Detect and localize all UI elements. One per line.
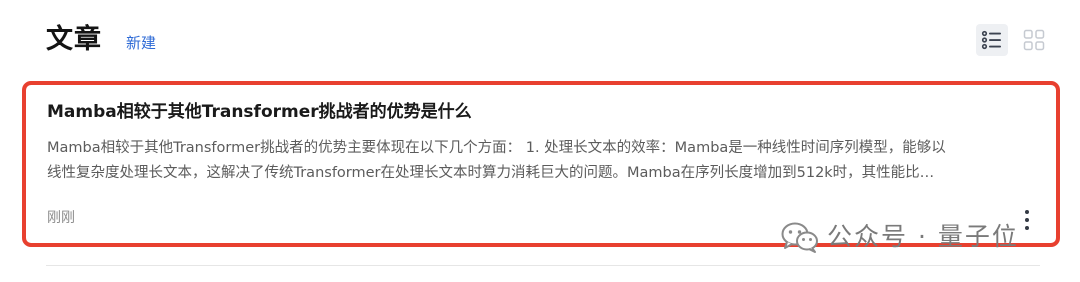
article-title[interactable]: Mamba相较于其他Transformer挑战者的优势是什么	[47, 100, 472, 124]
article-excerpt-line: 线性复杂度处理长文本，这解决了传统Transformer在处理长文本时算力消耗巨…	[47, 165, 935, 181]
article-excerpt: Mamba相较于其他Transformer挑战者的优势主要体现在以下几个方面： …	[47, 136, 1047, 186]
more-vertical-icon	[1025, 210, 1029, 230]
divider	[46, 265, 1040, 266]
list-view-icon	[981, 30, 1001, 50]
page-title: 文章	[46, 24, 102, 55]
article-excerpt-line: Mamba相较于其他Transformer挑战者的优势主要体现在以下几个方面： …	[47, 140, 946, 156]
grid-view-icon	[1023, 29, 1045, 51]
article-timestamp: 刚刚	[47, 210, 75, 226]
view-toggle	[976, 24, 1050, 56]
header: 文章 新建	[46, 20, 156, 60]
list-view-button[interactable]	[976, 24, 1008, 56]
new-article-link[interactable]: 新建	[126, 33, 156, 53]
grid-view-button[interactable]	[1018, 24, 1050, 56]
article-card[interactable]: Mamba相较于其他Transformer挑战者的优势是什么 Mamba相较于其…	[22, 81, 1060, 247]
more-options-button[interactable]	[1020, 208, 1034, 232]
